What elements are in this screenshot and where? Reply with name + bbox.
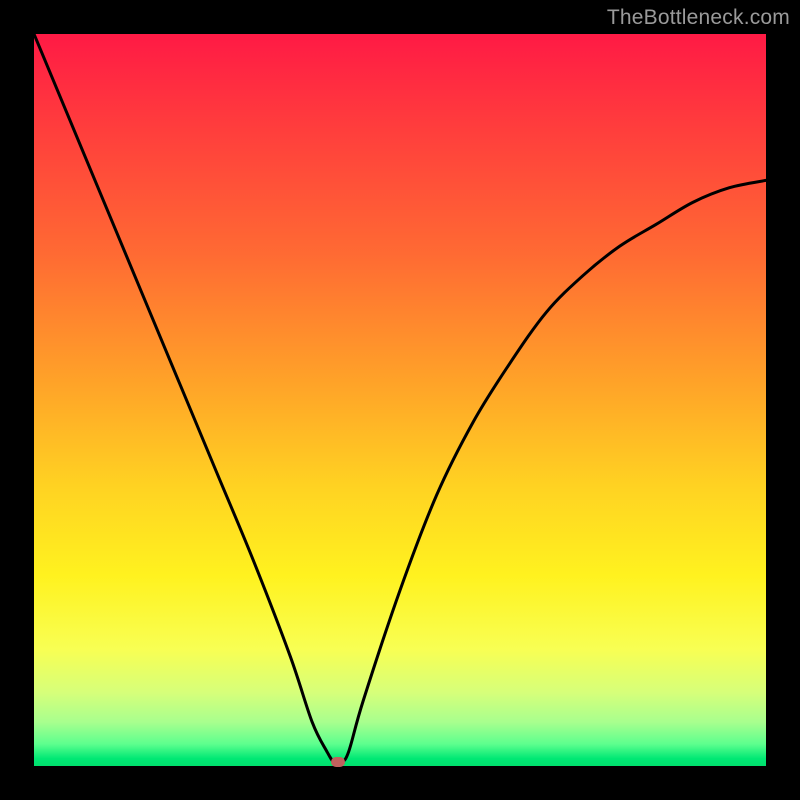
- watermark-text: TheBottleneck.com: [607, 6, 790, 30]
- chart-plot-area: [34, 34, 766, 766]
- curve-path: [34, 34, 766, 764]
- bottleneck-curve: [34, 34, 766, 766]
- min-marker: [331, 757, 345, 767]
- chart-frame: TheBottleneck.com: [0, 0, 800, 800]
